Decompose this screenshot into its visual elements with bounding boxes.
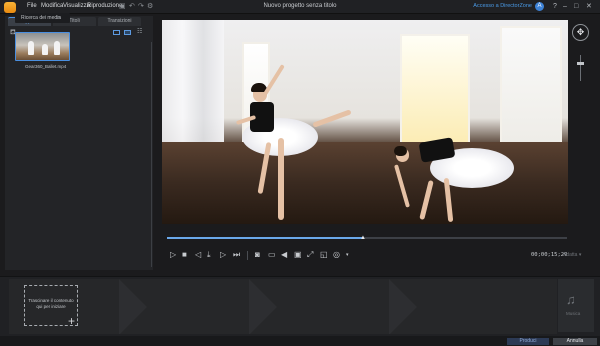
music-track-slot[interactable] — [558, 279, 594, 332]
user-avatar[interactable]: A — [535, 2, 544, 11]
drop-hint: Trascinare il contenuto qui per iniziare — [28, 298, 74, 309]
export-icon[interactable]: ⤓ — [207, 250, 211, 260]
previous-frame-icon[interactable]: ◁ — [195, 250, 201, 260]
add-icon[interactable]: + — [68, 315, 75, 327]
music-label: Musica — [566, 311, 581, 316]
search-icon[interactable]: ⌕ — [57, 15, 60, 22]
tab-transizioni[interactable]: Transizioni — [98, 17, 141, 26]
zoom-slider-track[interactable] — [580, 55, 581, 81]
screen-icon[interactable]: ▭ — [268, 250, 276, 260]
directorzone-login-link[interactable]: Accesso a DirectorZone — [473, 3, 532, 9]
snapshot-icon[interactable]: ◙ — [255, 250, 260, 260]
chevron-down-icon[interactable]: ▾ — [346, 250, 349, 260]
produce-button[interactable]: Produci — [507, 338, 549, 345]
pan-navigation-control[interactable]: ✥ — [572, 24, 589, 41]
grid-view-icon[interactable] — [124, 30, 131, 35]
volume-icon[interactable]: ◀ — [281, 250, 287, 260]
seek-bar-progress — [167, 237, 363, 239]
display-mode-icon[interactable]: ▣ — [294, 250, 302, 260]
stop-icon[interactable]: ■ — [182, 250, 187, 260]
preview-quality-select[interactable]: Adatta ▾ — [563, 252, 581, 258]
cancel-button[interactable]: Annulla — [553, 338, 597, 345]
media-search-input[interactable]: Ricerca dei media — [15, 13, 70, 23]
library-scrollbar[interactable] — [151, 42, 152, 267]
next-frame-icon[interactable]: ▷ — [220, 250, 226, 260]
seek-handle[interactable]: ▲ — [360, 235, 366, 241]
timecode[interactable]: 00;00;15;29 — [531, 252, 567, 258]
undock-icon[interactable]: ◱ — [320, 250, 328, 260]
divider — [247, 251, 248, 260]
view-360-icon[interactable]: ◎ — [333, 250, 340, 260]
music-note-icon: ♫ — [566, 292, 576, 307]
fullscreen-icon[interactable]: ⤢ — [307, 250, 313, 260]
media-thumbnail[interactable] — [15, 32, 70, 61]
sort-icon[interactable]: ☷ — [137, 28, 142, 35]
video-preview[interactable] — [162, 20, 568, 224]
help-icon[interactable]: ? — [553, 3, 557, 10]
storyboard-track[interactable] — [9, 279, 557, 334]
media-filename: Gear360_Ballet.mp4 — [25, 64, 67, 69]
fast-forward-icon[interactable]: ⏭ — [233, 250, 240, 260]
zoom-slider-knob[interactable] — [577, 62, 584, 65]
play-icon[interactable]: ▷ — [170, 250, 176, 260]
title-bar: File Modifica Visualizza Riproduzione ▣ … — [0, 0, 600, 14]
close-icon[interactable]: ✕ — [586, 3, 592, 10]
list-view-icon[interactable] — [113, 30, 120, 35]
minimize-icon[interactable]: – — [563, 3, 567, 10]
maximize-icon[interactable]: □ — [574, 3, 578, 10]
